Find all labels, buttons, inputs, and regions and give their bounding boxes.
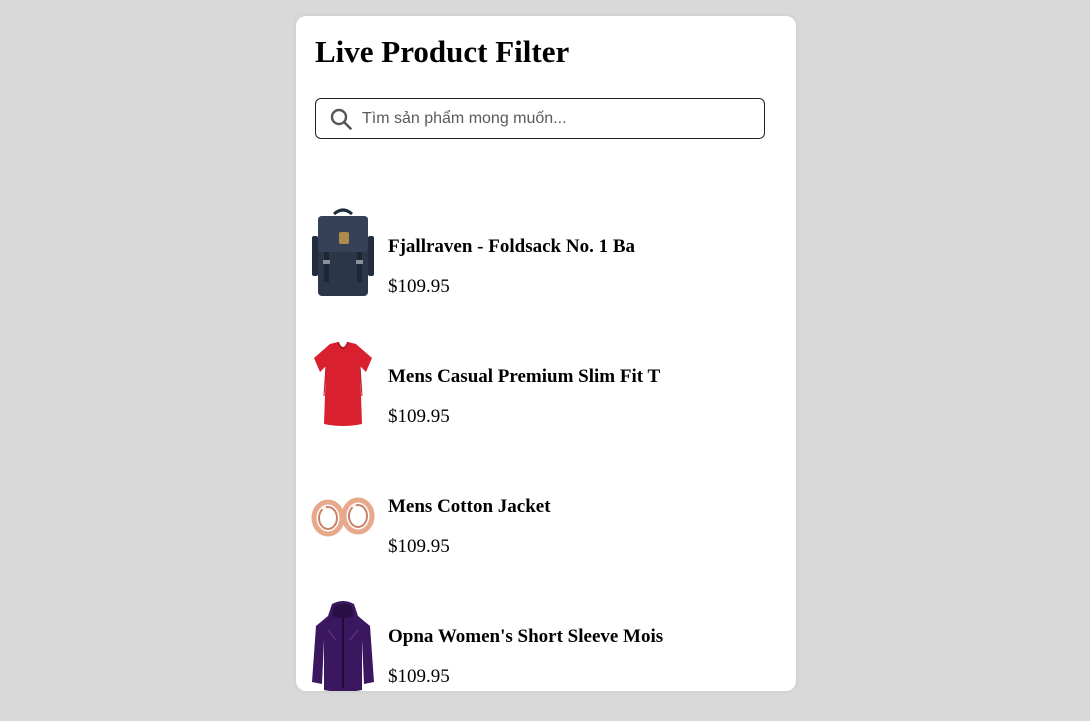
product-filter-card: Live Product Filter Fjallraven - Foldsa	[296, 16, 796, 691]
product-item[interactable]: Mens Cotton Jacket $109.95	[296, 458, 796, 578]
product-name[interactable]: Mens Cotton Jacket	[388, 496, 551, 518]
search-input[interactable]	[362, 99, 752, 138]
search-box[interactable]	[315, 98, 765, 139]
product-name[interactable]: Fjallraven - Foldsack No. 1 Ba	[388, 236, 635, 258]
product-image-rose-gold-rings	[311, 497, 375, 537]
product-name[interactable]: Mens Casual Premium Slim Fit T	[388, 366, 660, 388]
product-price: $109.95	[388, 536, 450, 557]
product-price: $109.95	[388, 666, 450, 687]
product-item[interactable]: Opna Women's Short Sleeve Mois $109.95	[296, 588, 796, 691]
product-price: $109.95	[388, 406, 450, 427]
product-item[interactable]: Fjallraven - Foldsack No. 1 Ba $109.95	[296, 198, 796, 318]
search-icon	[330, 108, 352, 130]
product-image-purple-jacket	[312, 601, 374, 691]
product-item[interactable]: Mens Casual Premium Slim Fit T $109.95	[296, 328, 796, 448]
product-image-red-tshirt	[314, 341, 372, 426]
product-image-backpack	[312, 208, 374, 296]
product-name[interactable]: Opna Women's Short Sleeve Mois	[388, 626, 663, 648]
page-title: Live Product Filter	[315, 34, 570, 69]
product-price: $109.95	[388, 276, 450, 297]
